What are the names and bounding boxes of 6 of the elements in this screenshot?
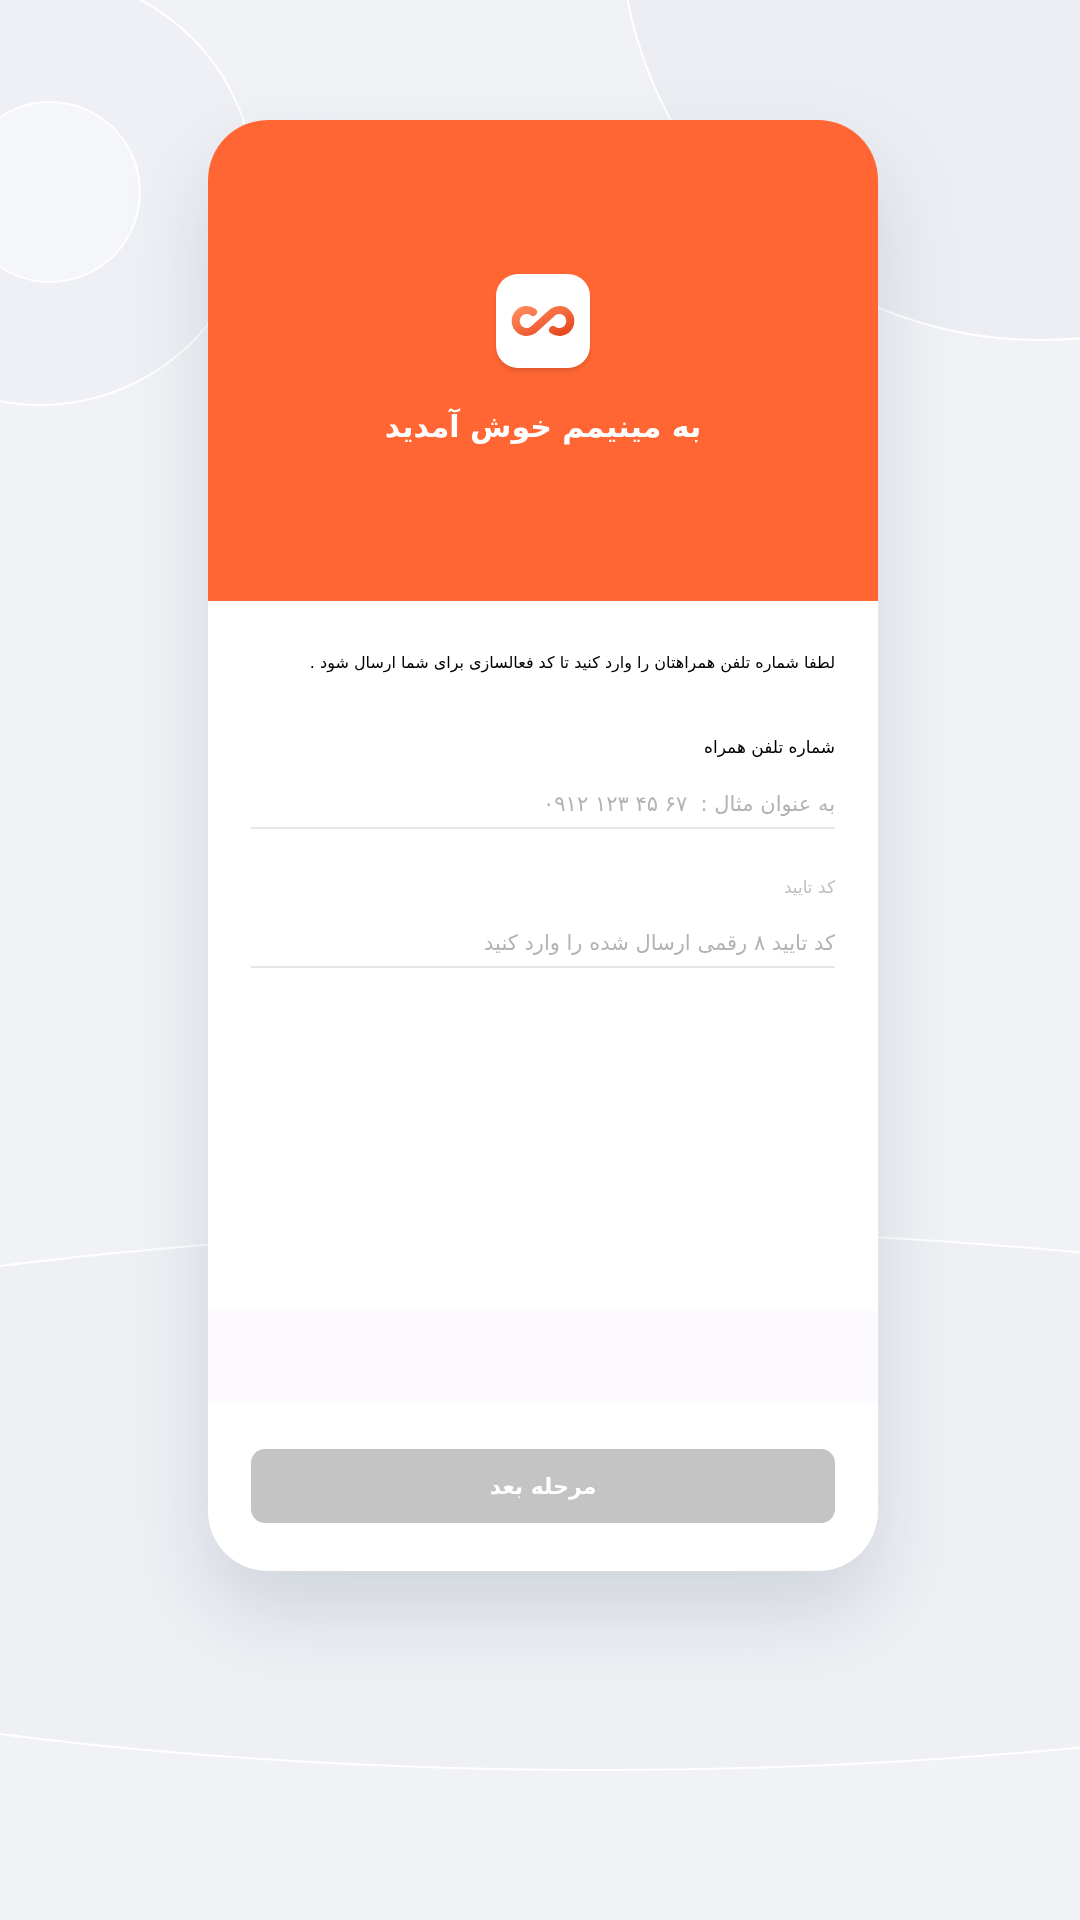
welcome-title: به مینیمم خوش آمدید [384,407,702,447]
field-label: کد تایید [782,875,835,899]
app-logo-icon [496,274,590,368]
field-label: شماره تلفن همراه [703,736,835,759]
input-field[interactable]: به عنوان مثال : ۶۷ ۴۵ ۱۲۳ ۰۹۱۲ [251,780,835,829]
intro-text: لطفا شماره تلفن همراهتان را وارد کنید تا کد فعالسازی برای شما ارسال شود . [308,652,835,675]
